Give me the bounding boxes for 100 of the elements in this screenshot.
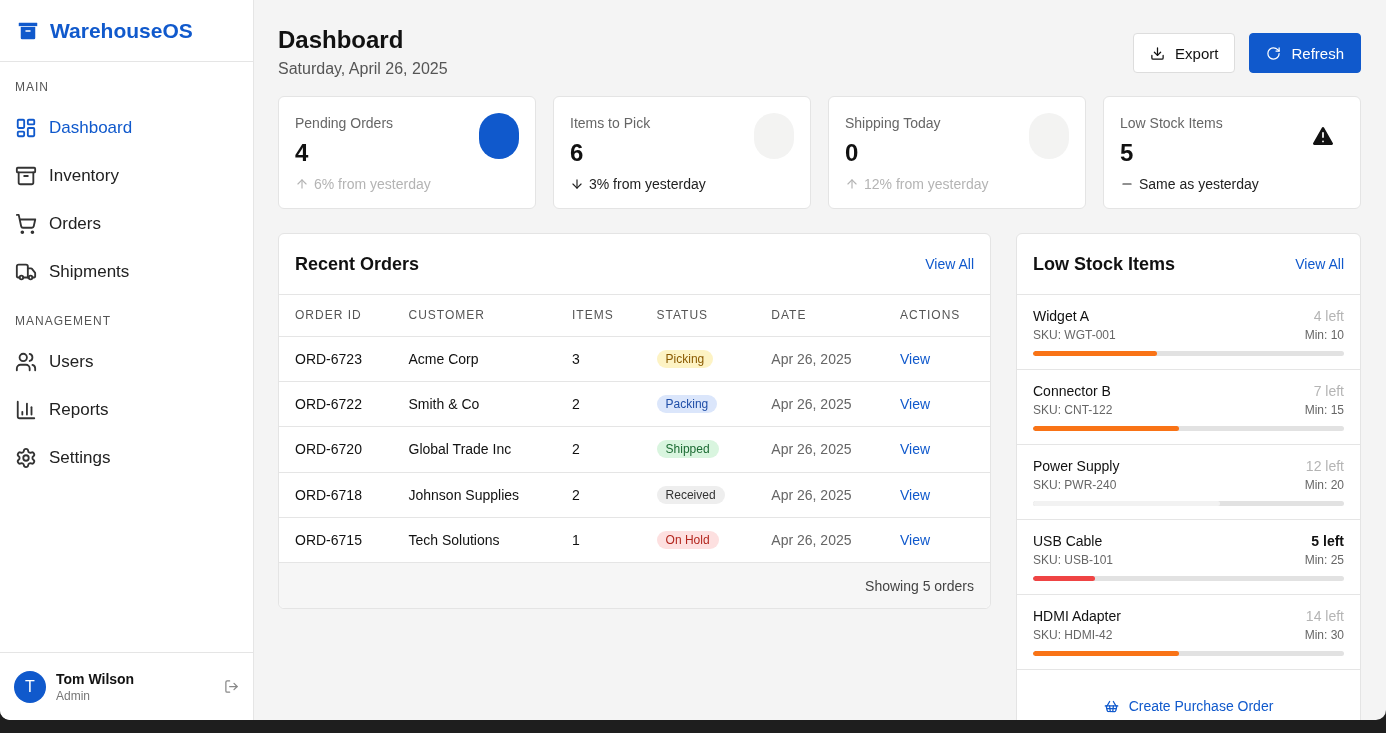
table-cell: Apr 26, 2025 bbox=[755, 472, 884, 518]
nav-label: Orders bbox=[49, 214, 101, 234]
stat-value: 6 bbox=[570, 139, 585, 167]
trend-text: 12% from yesterday bbox=[864, 176, 989, 192]
nav-item[interactable]: Settings bbox=[0, 434, 253, 482]
item-sku: SKU: PWR-240 bbox=[1033, 478, 1117, 492]
table-cell: Apr 26, 2025 bbox=[755, 426, 884, 473]
view-link[interactable]: View bbox=[900, 441, 931, 458]
user-name: Tom Wilson bbox=[56, 670, 136, 687]
nav-label: Settings bbox=[49, 448, 111, 468]
table-cell: ORD-6720 bbox=[279, 426, 393, 473]
dashboard-icon bbox=[15, 117, 37, 139]
card-title: Recent Orders bbox=[295, 253, 420, 275]
brand-name: WarehouseOS bbox=[50, 18, 193, 43]
item-sku: SKU: USB-101 bbox=[1033, 553, 1114, 567]
download-icon bbox=[1150, 45, 1166, 61]
view-link[interactable]: View bbox=[900, 396, 931, 413]
page-date: Saturday, April 26, 2025 bbox=[278, 60, 448, 78]
view-all-link[interactable]: View All bbox=[925, 256, 974, 272]
stock-quantity: 14 left bbox=[1305, 608, 1344, 624]
refresh-icon bbox=[1266, 45, 1282, 61]
status-badge: Shipped bbox=[656, 440, 719, 459]
table-cell: Global Trade Inc bbox=[392, 426, 557, 473]
stock-quantity: 5 left bbox=[1311, 533, 1344, 549]
stat-value: 0 bbox=[845, 139, 860, 167]
stock-quantity: 7 left bbox=[1313, 383, 1344, 399]
order-count: Showing 5 orders bbox=[865, 577, 974, 594]
settings-icon bbox=[15, 447, 37, 469]
stat-label: Low Stock Items bbox=[1120, 115, 1224, 131]
nav-item[interactable]: Reports bbox=[0, 386, 253, 434]
table-cell: ORD-6723 bbox=[279, 336, 393, 382]
column-header: DATE bbox=[755, 295, 884, 336]
nav-label: Shipments bbox=[49, 262, 130, 282]
page-title: Dashboard bbox=[278, 26, 405, 54]
nav-item[interactable]: Shipments bbox=[0, 248, 253, 296]
view-link[interactable]: View bbox=[900, 486, 931, 503]
minimum-stock: Min: 30 bbox=[1304, 628, 1344, 642]
section-title: MANAGEMENT bbox=[14, 313, 112, 330]
table-cell: Acme Corp bbox=[392, 336, 557, 382]
table-cell: 3 bbox=[556, 336, 641, 382]
create-order-link[interactable]: Create Purchase Order bbox=[1103, 692, 1274, 720]
table-cell: 2 bbox=[556, 426, 641, 473]
table-cell: Apr 26, 2025 bbox=[755, 336, 884, 382]
item-name: Connector B bbox=[1033, 383, 1111, 399]
stat-label: Pending Orders bbox=[295, 115, 395, 131]
card-title: Low Stock Items bbox=[1033, 253, 1176, 275]
nav-label: Dashboard bbox=[49, 118, 133, 138]
item-sku: SKU: WGT-001 bbox=[1033, 328, 1116, 342]
stock-quantity: 4 left bbox=[1313, 308, 1344, 324]
table-cell: Apr 26, 2025 bbox=[755, 381, 884, 427]
trend-text: 6% from yesterday bbox=[314, 176, 431, 192]
minimum-stock: Min: 10 bbox=[1304, 328, 1344, 342]
minimum-stock: Min: 15 bbox=[1304, 403, 1344, 417]
refresh-button[interactable]: Refresh bbox=[1249, 33, 1361, 73]
status-badge: Picking bbox=[656, 349, 714, 368]
view-all-link[interactable]: View All bbox=[1295, 256, 1344, 272]
logout-icon[interactable] bbox=[224, 679, 239, 694]
trend-text: Same as yesterday bbox=[1139, 176, 1259, 192]
table-cell: 2 bbox=[556, 381, 641, 427]
nav-label: Inventory bbox=[49, 166, 119, 186]
minimum-stock: Min: 25 bbox=[1304, 553, 1344, 567]
minimum-stock: Min: 20 bbox=[1304, 478, 1344, 492]
column-header: ITEMS bbox=[556, 295, 641, 336]
table-cell: Johnson Supplies bbox=[392, 472, 557, 518]
item-name: HDMI Adapter bbox=[1033, 608, 1121, 624]
stat-label: Shipping Today bbox=[845, 115, 942, 131]
column-header: ORDER ID bbox=[279, 295, 393, 336]
view-link[interactable]: View bbox=[900, 350, 931, 367]
nav-label: Users bbox=[49, 352, 94, 372]
stat-value: 4 bbox=[295, 139, 310, 167]
nav-item[interactable]: Users bbox=[0, 338, 253, 386]
column-header: STATUS bbox=[640, 295, 756, 336]
status-badge: Received bbox=[656, 485, 725, 504]
item-name: Power Supply bbox=[1033, 458, 1120, 474]
item-name: USB Cable bbox=[1033, 533, 1103, 549]
status-badge: Packing bbox=[656, 395, 718, 414]
archive-icon bbox=[15, 165, 37, 187]
item-sku: SKU: HDMI-42 bbox=[1033, 628, 1113, 642]
stat-value: 5 bbox=[1120, 139, 1135, 167]
table-cell: Smith & Co bbox=[392, 381, 557, 427]
table-cell: ORD-6722 bbox=[279, 381, 393, 427]
trend-text: 3% from yesterday bbox=[589, 176, 706, 192]
nav-item[interactable]: Orders bbox=[0, 200, 253, 248]
stock-quantity: 12 left bbox=[1305, 458, 1344, 474]
nav-item[interactable]: Dashboard bbox=[0, 104, 253, 152]
table-cell: ORD-6715 bbox=[279, 517, 393, 563]
section-title: MAIN bbox=[14, 79, 50, 96]
bar-chart-icon bbox=[15, 399, 37, 421]
item-sku: SKU: CNT-122 bbox=[1033, 403, 1113, 417]
truck-icon bbox=[15, 261, 37, 283]
user-role: Admin bbox=[56, 688, 91, 703]
avatar: T bbox=[14, 670, 46, 703]
table-cell: ORD-6718 bbox=[279, 472, 393, 518]
view-link[interactable]: View bbox=[900, 532, 931, 549]
table-cell: Apr 26, 2025 bbox=[755, 517, 884, 563]
nav-label: Reports bbox=[49, 400, 109, 420]
export-button[interactable]: Export bbox=[1133, 33, 1236, 73]
table-cell: 1 bbox=[556, 517, 641, 563]
nav-item[interactable]: Inventory bbox=[0, 152, 253, 200]
table-cell: Tech Solutions bbox=[392, 517, 557, 563]
